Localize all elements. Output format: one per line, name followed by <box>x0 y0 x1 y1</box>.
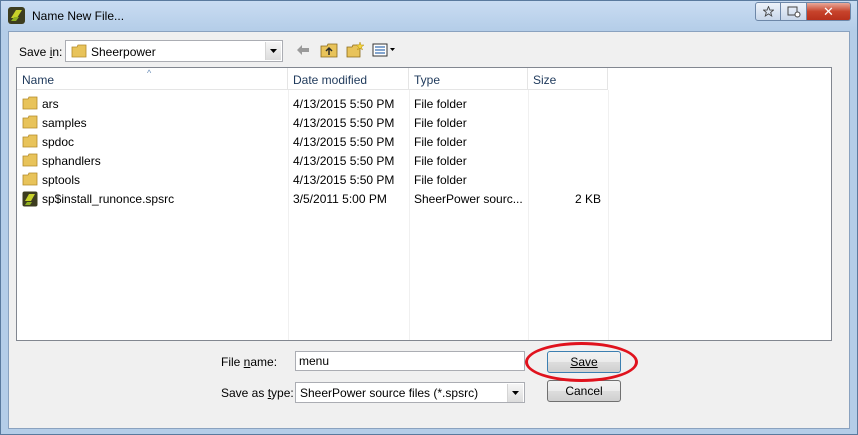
file-size: 2 KB <box>574 192 601 206</box>
file-name: samples <box>42 116 87 130</box>
file-date: 4/13/2015 5:50 PM <box>293 97 395 111</box>
file-type: File folder <box>414 116 467 130</box>
file-name: sphandlers <box>42 154 101 168</box>
file-date: 4/13/2015 5:50 PM <box>293 173 395 187</box>
up-folder-icon[interactable] <box>319 40 339 60</box>
file-row[interactable]: spdoc 4/13/2015 5:50 PM File folder <box>17 132 607 151</box>
cancel-button[interactable]: Cancel <box>547 380 621 402</box>
file-type: File folder <box>414 154 467 168</box>
save-button-highlight-annotation <box>525 342 638 382</box>
save-in-value: Sheerpower <box>91 45 156 59</box>
column-header-date[interactable]: Date modified <box>288 68 409 90</box>
file-row[interactable]: sphandlers 4/13/2015 5:50 PM File folder <box>17 151 607 170</box>
file-name-input[interactable] <box>295 351 525 371</box>
save-as-type-value: SheerPower source files (*.spsrc) <box>300 386 479 400</box>
file-date: 4/13/2015 5:50 PM <box>293 135 395 149</box>
title-bar[interactable]: Name New File... ✕ <box>1 1 857 31</box>
folder-icon <box>71 44 87 61</box>
file-type: SheerPower sourc... <box>414 192 523 206</box>
folder-icon <box>22 134 38 151</box>
chevron-down-icon[interactable] <box>265 42 281 60</box>
file-row[interactable]: ars 4/13/2015 5:50 PM File folder <box>17 94 607 113</box>
save-as-type-label: Save as type: <box>221 386 294 400</box>
view-menu-icon[interactable] <box>371 40 397 60</box>
close-button[interactable]: ✕ <box>807 2 851 21</box>
dialog-client-area: Save in: Sheerpower ^ Name Date modified… <box>8 31 850 429</box>
window-options-icon[interactable] <box>781 2 807 21</box>
title-buttons: ✕ <box>755 2 851 21</box>
window-title: Name New File... <box>32 9 125 23</box>
folder-icon <box>22 96 38 113</box>
file-name: sptools <box>42 173 81 187</box>
column-header-type[interactable]: Type <box>409 68 528 90</box>
folder-icon <box>22 115 38 132</box>
file-name: ars <box>42 97 59 111</box>
file-date: 4/13/2015 5:50 PM <box>293 154 395 168</box>
file-list-view[interactable]: ^ Name Date modified Type Size ars 4/13/… <box>16 67 832 341</box>
file-name: sp$install_runonce.spsrc <box>42 192 175 206</box>
save-as-type-dropdown[interactable]: SheerPower source files (*.spsrc) <box>295 382 525 403</box>
back-arrow-icon[interactable] <box>293 40 313 60</box>
folder-icon <box>22 153 38 170</box>
navigation-toolbar <box>293 40 397 60</box>
file-name: spdoc <box>42 135 75 149</box>
column-header-size[interactable]: Size <box>528 68 608 90</box>
new-folder-icon[interactable] <box>345 40 365 60</box>
file-type: File folder <box>414 97 467 111</box>
file-date: 3/5/2011 5:00 PM <box>293 192 387 206</box>
column-header-name[interactable]: ^ Name <box>17 68 288 90</box>
save-in-label: Save in: <box>19 45 63 59</box>
file-date: 4/13/2015 5:50 PM <box>293 116 395 130</box>
favorite-star-icon[interactable] <box>755 2 781 21</box>
file-row[interactable]: samples 4/13/2015 5:50 PM File folder <box>17 113 607 132</box>
folder-icon <box>22 172 38 189</box>
file-type: File folder <box>414 173 467 187</box>
file-row[interactable]: sp$install_runonce.spsrc 3/5/2011 5:00 P… <box>17 189 607 208</box>
save-in-dropdown[interactable]: Sheerpower <box>65 40 283 62</box>
file-name-label: File name: <box>221 355 278 369</box>
sheerpower-file-icon <box>22 191 38 210</box>
file-row[interactable]: sptools 4/13/2015 5:50 PM File folder <box>17 170 607 189</box>
file-type: File folder <box>414 135 467 149</box>
chevron-down-icon[interactable] <box>507 384 523 402</box>
sort-ascending-icon: ^ <box>147 68 152 78</box>
sheerpower-app-icon <box>8 7 25 24</box>
dialog-window: Name New File... ✕ Save in: Sheerpower ^… <box>0 0 858 435</box>
